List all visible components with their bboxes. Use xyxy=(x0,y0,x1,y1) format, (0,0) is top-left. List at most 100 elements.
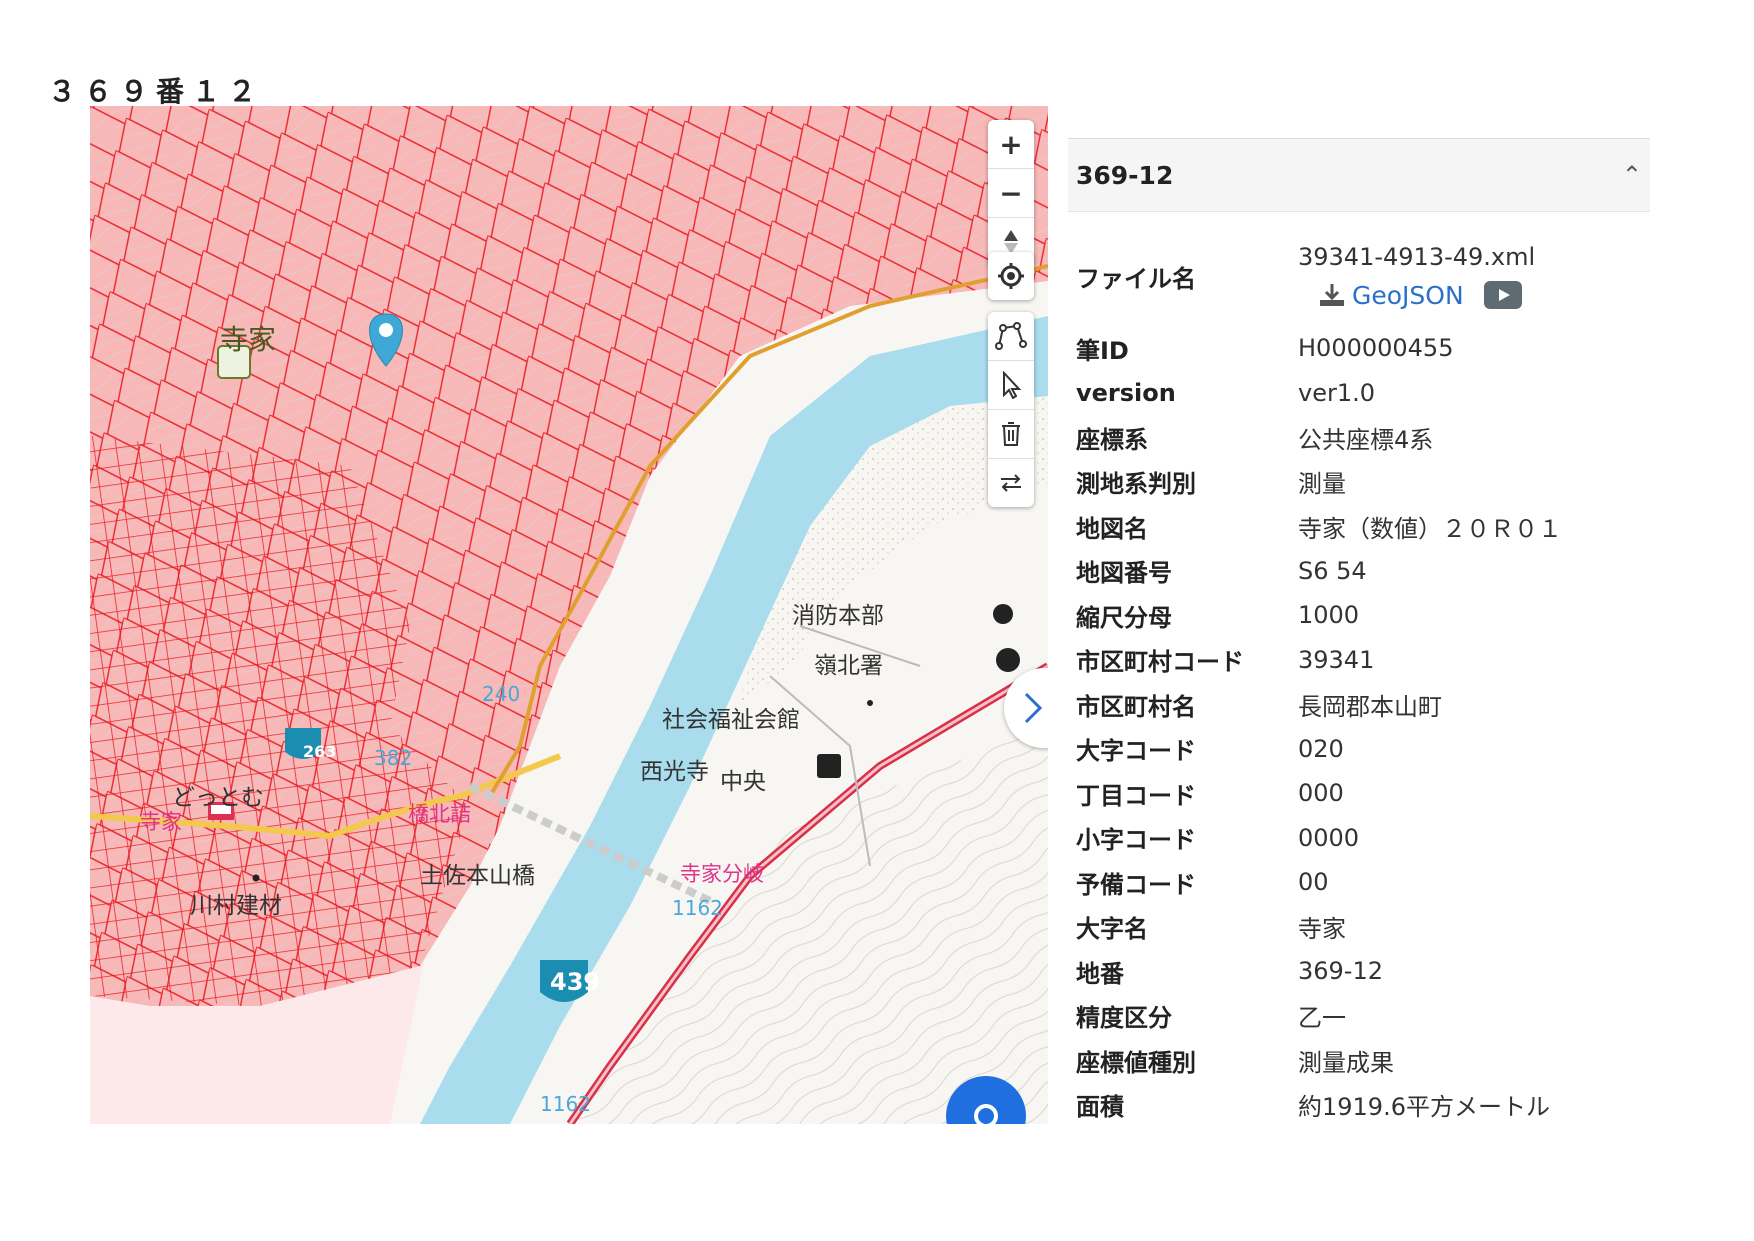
attribute-key: 地図番号 xyxy=(1076,559,1172,588)
attribute-row: 座標系 公共座標4系 xyxy=(1068,415,1650,460)
attribute-key: 市区町村コード xyxy=(1076,648,1244,677)
attribute-key: ファイル名 xyxy=(1076,264,1196,293)
geojson-download-link[interactable]: GeoJSON xyxy=(1318,281,1464,310)
location-fab-button[interactable] xyxy=(946,1076,1026,1124)
attribute-key: 小字コード xyxy=(1076,826,1196,855)
swap-arrows-icon xyxy=(1001,474,1021,492)
route-439-shield: 439 xyxy=(550,968,601,996)
trash-icon xyxy=(1002,422,1020,446)
attribute-value: 約1919.6平方メートル xyxy=(1298,1093,1550,1120)
map-label-terake-area: 寺家 xyxy=(220,323,277,356)
attribute-key: 丁目コード xyxy=(1076,781,1196,810)
map-label-contour-1162-a: 1162 xyxy=(672,896,723,920)
draw-polygon-button[interactable] xyxy=(988,312,1034,361)
locate-control xyxy=(988,252,1034,300)
delete-button[interactable] xyxy=(988,410,1034,459)
map-label-terake-junction: 寺家分岐 xyxy=(680,862,764,886)
route-263-shield: 263 xyxy=(303,742,337,761)
map-label-kyohokuzume: 橋北詰 xyxy=(408,802,471,826)
file-name-value: 39341-4913-49.xml xyxy=(1298,242,1536,271)
attribute-row-file: ファイル名 39341-4913-49.xml GeoJSON xyxy=(1068,226,1650,326)
attribute-key: 地図名 xyxy=(1076,514,1148,543)
attribute-row: 面積 約1919.6平方メートル xyxy=(1068,1083,1650,1120)
attribute-value: 39341 xyxy=(1298,645,1375,674)
zoom-in-button[interactable]: + xyxy=(988,120,1034,169)
attribute-row: 地番 369-12 xyxy=(1068,949,1650,994)
attribute-key: 大字名 xyxy=(1076,915,1148,944)
attribute-value: 測量成果 xyxy=(1298,1048,1394,1077)
map-label-terake-stop: 寺家 xyxy=(140,810,182,834)
attribute-row: 丁目コード 000 xyxy=(1068,771,1650,816)
attribute-value: 000 xyxy=(1298,779,1344,808)
map-label-tosa-motoyama-bridge: 土佐本山橋 xyxy=(420,863,535,889)
attribute-value: 長岡郡本山町 xyxy=(1298,692,1442,721)
attribute-key: 筆ID xyxy=(1076,336,1129,365)
panel-header[interactable]: 369-12 ⌃ xyxy=(1068,138,1650,212)
map-label-contour-1162-b: 1162 xyxy=(540,1092,591,1116)
attribute-value: H000000455 xyxy=(1298,334,1454,363)
attribute-row: 大字コード 020 xyxy=(1068,727,1650,772)
map-label-kawamura-kenzai: 川村建材 xyxy=(190,893,282,919)
attribute-key: 座標値種別 xyxy=(1076,1048,1196,1077)
attribute-row: 座標値種別 測量成果 xyxy=(1068,1038,1650,1083)
attribute-value: ver1.0 xyxy=(1298,378,1376,407)
attribute-value: 00 xyxy=(1298,868,1329,897)
attribute-key: 地番 xyxy=(1076,959,1124,988)
attribute-row: 地図番号 S6 54 xyxy=(1068,549,1650,594)
chevron-up-icon[interactable]: ⌃ xyxy=(1622,161,1642,189)
geojson-label: GeoJSON xyxy=(1352,280,1464,310)
draw-controls xyxy=(988,312,1034,507)
play-video-icon[interactable] xyxy=(1483,281,1522,309)
attribute-value: 測量 xyxy=(1298,470,1346,499)
attribute-row: 市区町村名 長岡郡本山町 xyxy=(1068,682,1650,727)
attribute-row: 市区町村コード 39341 xyxy=(1068,638,1650,683)
attribute-value: 寺家 xyxy=(1298,915,1346,944)
zoom-out-button[interactable]: − xyxy=(988,169,1034,218)
attribute-row: 地図名 寺家（数値）２０Ｒ０１ xyxy=(1068,504,1650,549)
cursor-icon xyxy=(1003,371,1022,399)
attribute-row: 縮尺分母 1000 xyxy=(1068,593,1650,638)
attribute-key: 縮尺分母 xyxy=(1076,603,1172,632)
download-icon xyxy=(1320,284,1344,306)
attribute-row: 予備コード 00 xyxy=(1068,860,1650,905)
attribute-row: 大字名 寺家 xyxy=(1068,905,1650,950)
attribute-key: 予備コード xyxy=(1076,870,1196,899)
attribute-value: 乙一 xyxy=(1298,1004,1346,1033)
map-label-fire-hq: 消防本部 xyxy=(792,603,884,629)
attribute-key: 市区町村名 xyxy=(1076,692,1196,721)
location-icon xyxy=(974,1104,998,1124)
map-label-social-welfare-hall: 社会福祉会館 xyxy=(662,707,800,733)
swap-button[interactable] xyxy=(988,459,1034,507)
attribute-key: 面積 xyxy=(1076,1093,1124,1120)
attribute-row: version ver1.0 xyxy=(1068,371,1650,416)
attribute-key: 測地系判別 xyxy=(1076,470,1196,499)
select-button[interactable] xyxy=(988,361,1034,410)
attribute-rows: ファイル名 39341-4913-49.xml GeoJSON 筆ID H0000… xyxy=(1068,212,1650,1121)
panel-title: 369-12 xyxy=(1076,160,1174,190)
crosshair-icon xyxy=(998,263,1024,289)
page-title: ３６９番１２ xyxy=(48,75,265,108)
chevron-right-icon xyxy=(1024,692,1043,724)
attribute-value: 寺家（数値）２０Ｒ０１ xyxy=(1298,514,1562,543)
attribute-key: 精度区分 xyxy=(1076,1004,1172,1033)
map-label-reihoku-police: 嶺北署 xyxy=(814,653,883,679)
locate-button[interactable] xyxy=(988,252,1034,300)
map-label-chuo: 中央 xyxy=(720,769,766,795)
attribute-key: version xyxy=(1076,378,1176,407)
attribute-panel: 369-12 ⌃ ファイル名 39341-4913-49.xml GeoJSON… xyxy=(1068,138,1650,1120)
attribute-row: 小字コード 0000 xyxy=(1068,816,1650,861)
map-label-dottonmu: どっとむ xyxy=(172,785,264,811)
map-label-saikoji: 西光寺 xyxy=(640,759,709,785)
map-label-contour-382: 382 xyxy=(374,746,413,770)
attribute-value: S6 54 xyxy=(1298,556,1367,585)
attribute-key: 大字コード xyxy=(1076,737,1196,766)
attribute-value: 0000 xyxy=(1298,823,1360,852)
map-view[interactable]: 寺家 消防本部 嶺北署 社会福祉会館 中央 西光寺 どっとむ 寺家 橋北詰 土佐… xyxy=(90,106,1048,1124)
map-label-contour-240: 240 xyxy=(482,682,521,706)
attribute-value: 公共座標4系 xyxy=(1298,425,1434,454)
attribute-value: 020 xyxy=(1298,734,1344,763)
attribute-value: 369-12 xyxy=(1298,957,1384,986)
attribute-row: 精度区分 乙一 xyxy=(1068,994,1650,1039)
zoom-controls: + − xyxy=(988,120,1034,266)
polygon-draw-icon xyxy=(995,322,1027,350)
